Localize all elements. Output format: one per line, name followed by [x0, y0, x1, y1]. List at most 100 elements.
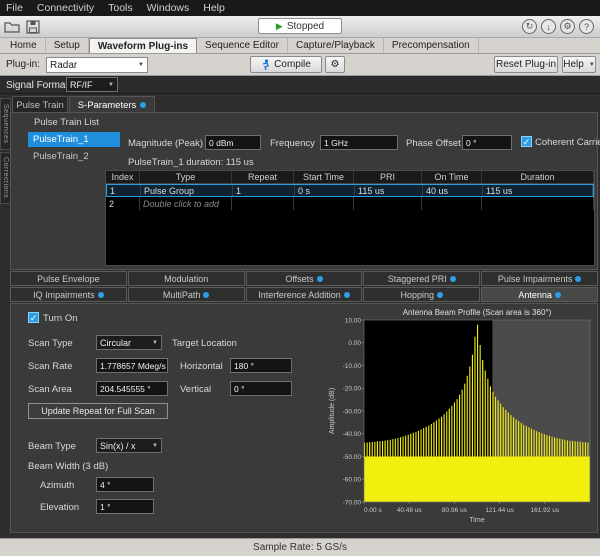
- tab-interference-addition[interactable]: Interference Addition: [246, 287, 363, 302]
- table-row[interactable]: 2 Double click to add: [106, 197, 594, 210]
- play-icon: ▶: [276, 22, 283, 31]
- scan-type-select[interactable]: Circular ▼: [96, 335, 162, 350]
- tab-label: Pulse Impairments: [498, 274, 573, 284]
- menu-file[interactable]: File: [6, 2, 23, 14]
- feature-tab-row-1: Pulse Envelope Modulation Offsets Stagge…: [10, 271, 598, 286]
- vertical-label: Vertical: [180, 384, 211, 395]
- y-tick-label: -50.00: [343, 454, 362, 461]
- tab-antenna[interactable]: Antenna: [481, 287, 598, 302]
- signal-format-select[interactable]: RF/IF ▼: [66, 77, 118, 92]
- open-folder-icon[interactable]: [4, 20, 20, 34]
- coherent-carrier-checkbox[interactable]: ✓: [521, 136, 532, 147]
- table-row[interactable]: 1 Pulse Group 1 0 s 115 us 40 us 115 us: [106, 184, 594, 197]
- refresh-connection-icon[interactable]: ↻: [522, 19, 537, 34]
- chevron-down-icon: ▼: [152, 340, 158, 346]
- tab-hopping[interactable]: Hopping: [363, 287, 480, 302]
- cell-repeat: 1: [233, 185, 295, 196]
- column-header: Index: [106, 171, 140, 183]
- frequency-input[interactable]: 1 GHz: [320, 135, 398, 150]
- tab-setup[interactable]: Setup: [46, 38, 89, 53]
- menu-help[interactable]: Help: [203, 2, 225, 14]
- pulse-train-item-1[interactable]: PulseTrain_1: [28, 132, 120, 147]
- tab-capture-playback[interactable]: Capture/Playback: [288, 38, 384, 53]
- signal-format-bar: Signal Format RF/IF ▼: [0, 76, 600, 94]
- tab-precompensation[interactable]: Precompensation: [384, 38, 479, 53]
- magnitude-label: Magnitude (Peak): [128, 138, 203, 149]
- menu-windows[interactable]: Windows: [147, 2, 190, 14]
- tab-iq-impairments[interactable]: IQ Impairments: [10, 287, 127, 302]
- compile-options-button[interactable]: ⚙: [325, 56, 345, 73]
- horizontal-input[interactable]: 180 °: [230, 358, 292, 373]
- download-to-instrument-icon[interactable]: ↓: [541, 19, 556, 34]
- chevron-down-icon: ▼: [108, 82, 114, 88]
- run-state-button[interactable]: ▶ Stopped: [258, 18, 342, 34]
- scan-rate-input[interactable]: 1.778657 Mdeg/s: [96, 358, 168, 373]
- compile-button[interactable]: Compile: [250, 56, 322, 73]
- menu-connectivity[interactable]: Connectivity: [37, 2, 94, 14]
- status-bar: Sample Rate: 5 GS/s: [0, 538, 600, 556]
- y-tick-label: 10.00: [345, 317, 362, 324]
- enabled-dot-icon: [437, 292, 443, 298]
- chart-title: Antenna Beam Profile (Scan area is 360°): [403, 308, 552, 317]
- sample-rate-text: Sample Rate: 5 GS/s: [253, 542, 347, 553]
- azimuth-label: Azimuth: [40, 480, 74, 491]
- tab-waveform-plugins[interactable]: Waveform Plug-ins: [89, 38, 197, 53]
- menu-tools[interactable]: Tools: [108, 2, 133, 14]
- tab-pulse-envelope[interactable]: Pulse Envelope: [10, 271, 127, 286]
- y-tick-label: -10.00: [343, 363, 362, 370]
- tab-sequence-editor[interactable]: Sequence Editor: [197, 38, 288, 53]
- target-location-label: Target Location: [172, 338, 237, 349]
- azimuth-input[interactable]: 4 °: [96, 477, 154, 492]
- tab-s-parameters[interactable]: S-Parameters: [69, 96, 155, 113]
- tab-pulse-impairments[interactable]: Pulse Impairments: [481, 271, 598, 286]
- antenna-beam-chart: 10.000.00-10.00-20.00-30.00-40.00-50.00-…: [328, 306, 598, 528]
- toolbar-right-icons: ↻ ↓ ⚙ ?: [522, 19, 594, 34]
- x-tick-label: 0.00 s: [364, 507, 382, 514]
- side-tab-corrections-label: Corrections: [2, 157, 9, 198]
- tab-pulse-train[interactable]: Pulse Train: [12, 96, 68, 113]
- y-tick-label: -40.00: [343, 431, 362, 438]
- cell-add-hint[interactable]: Double click to add: [140, 197, 232, 210]
- cell-duration: 115 us: [483, 185, 593, 196]
- scan-area-input[interactable]: 204.545555 °: [96, 381, 168, 396]
- update-repeat-button[interactable]: Update Repeat for Full Scan: [28, 403, 168, 419]
- column-header: Repeat: [232, 171, 294, 183]
- beam-type-value: Sin(x) / x: [100, 441, 136, 451]
- magnitude-input[interactable]: 0 dBm: [205, 135, 261, 150]
- turn-on-checkbox[interactable]: ✓: [28, 312, 39, 323]
- frequency-label: Frequency: [270, 138, 315, 149]
- reset-plugin-button[interactable]: Reset Plug-in: [494, 56, 558, 73]
- save-icon[interactable]: [26, 20, 40, 34]
- beam-type-select[interactable]: Sin(x) / x ▼: [96, 438, 162, 453]
- compile-runner-icon: [261, 59, 271, 71]
- tab-modulation[interactable]: Modulation: [128, 271, 245, 286]
- phase-offset-input[interactable]: 0 °: [462, 135, 512, 150]
- y-tick-label: -60.00: [343, 477, 362, 484]
- enabled-dot-icon: [575, 276, 581, 282]
- tab-label: Antenna: [518, 290, 552, 300]
- pulse-train-table: Index Type Repeat Start Time PRI On Time…: [105, 170, 595, 266]
- pulse-train-item-2[interactable]: PulseTrain_2: [28, 149, 120, 164]
- tab-label: Offsets: [285, 274, 313, 284]
- help-button[interactable]: Help ▼: [562, 56, 596, 73]
- vertical-input[interactable]: 0 °: [230, 381, 292, 396]
- plugin-select[interactable]: Radar ▼: [46, 57, 148, 73]
- tab-home[interactable]: Home: [2, 38, 46, 53]
- toolbar: ▶ Stopped ↻ ↓ ⚙ ?: [0, 16, 600, 38]
- tab-label: Pulse Envelope: [37, 274, 100, 284]
- plugin-bar: Plug-in: Radar ▼ Compile ⚙ Reset Plug-in…: [0, 54, 600, 76]
- pulse-train-duration-text: PulseTrain_1 duration: 115 us: [128, 157, 254, 168]
- cell-on-time: 40 us: [423, 185, 483, 196]
- tab-label: Interference Addition: [258, 290, 341, 300]
- signal-format-label: Signal Format: [6, 80, 68, 91]
- tab-label: Modulation: [164, 274, 208, 284]
- scan-rate-label: Scan Rate: [28, 361, 72, 372]
- tab-multipath[interactable]: MultiPath: [128, 287, 245, 302]
- tab-offsets[interactable]: Offsets: [246, 271, 363, 286]
- reset-plugin-label: Reset Plug-in: [496, 59, 556, 70]
- tab-staggered-pri[interactable]: Staggered PRI: [363, 271, 480, 286]
- help-icon[interactable]: ?: [579, 19, 594, 34]
- elevation-input[interactable]: 1 °: [96, 499, 154, 514]
- instrument-settings-icon[interactable]: ⚙: [560, 19, 575, 34]
- antenna-beam-chart-svg: 10.000.00-10.00-20.00-30.00-40.00-50.00-…: [328, 306, 598, 528]
